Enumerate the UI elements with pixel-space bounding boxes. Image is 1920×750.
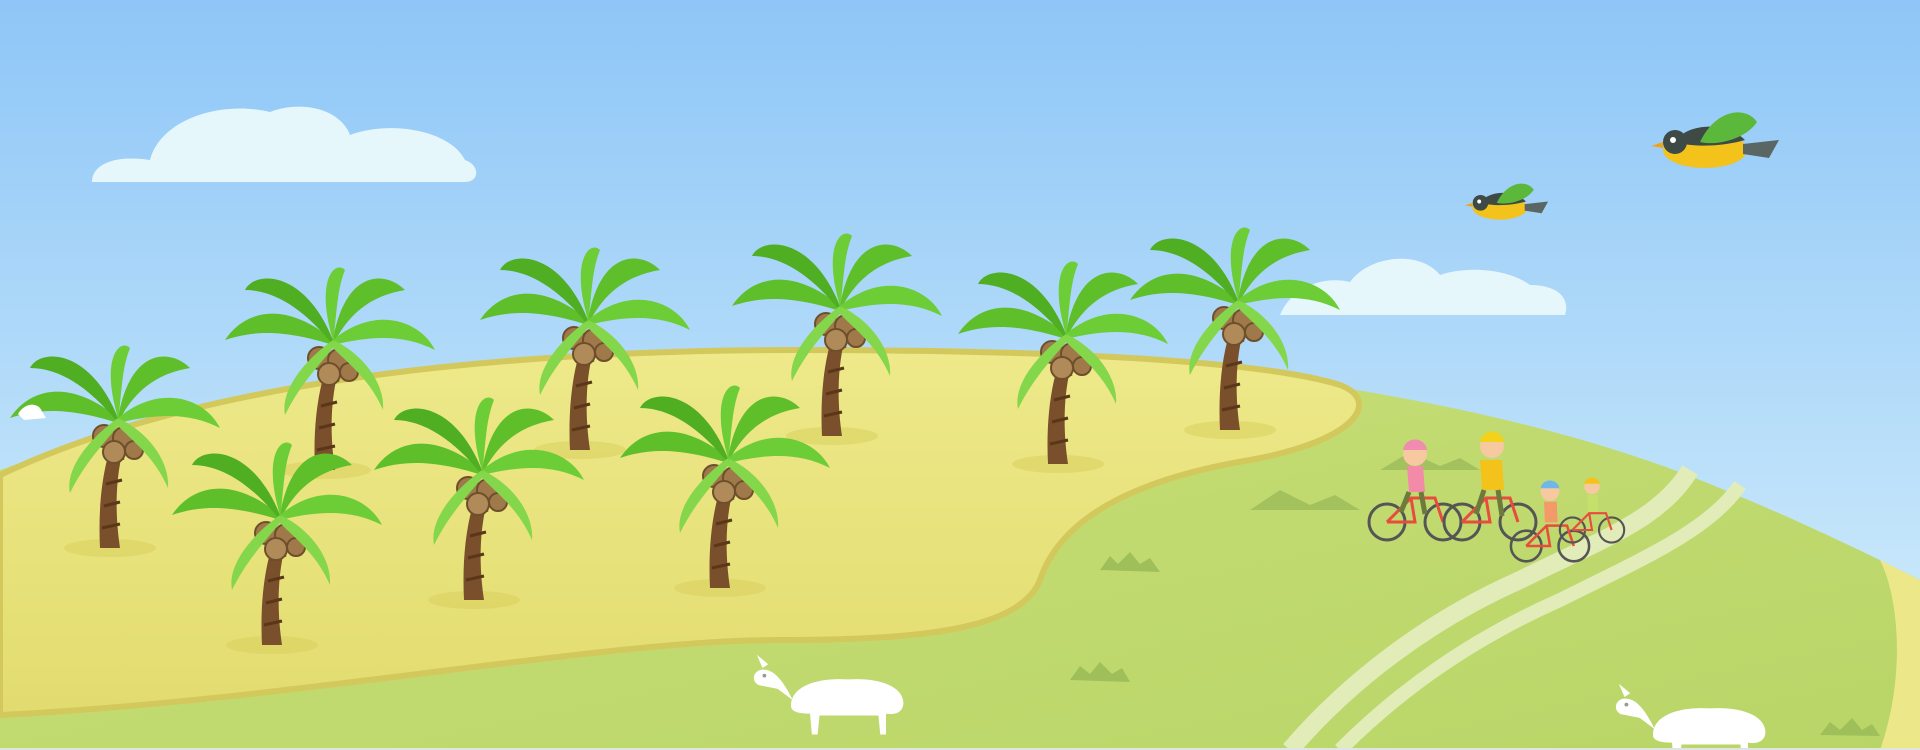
- landscape-scene: [0, 0, 1920, 750]
- scene-canvas: [0, 0, 1920, 750]
